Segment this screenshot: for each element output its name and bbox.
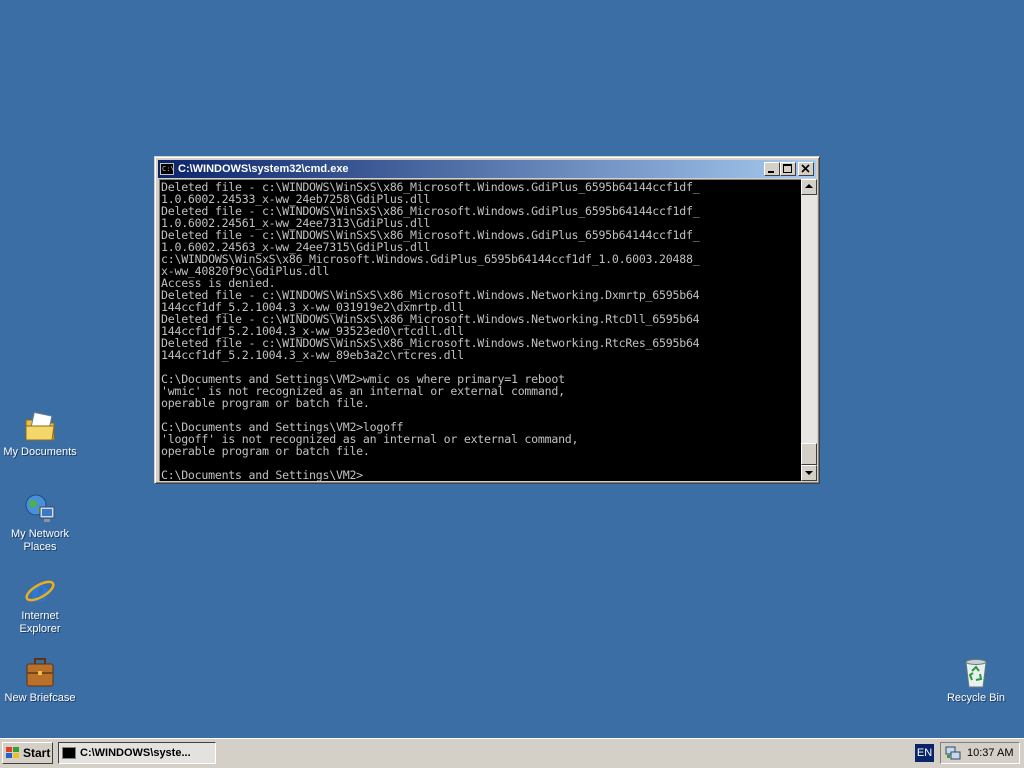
desktop-icon-internet-explorer[interactable]: e Internet Explorer <box>0 574 80 636</box>
desktop-icon-label: My Documents <box>3 446 77 458</box>
maximize-button[interactable] <box>780 162 796 176</box>
desktop-icon-my-documents[interactable]: My Documents <box>0 410 80 459</box>
desktop-icon-label: Recycle Bin <box>946 692 1006 704</box>
windows-logo-icon <box>6 747 20 759</box>
arrow-down-icon <box>805 471 813 475</box>
window-title: C:\WINDOWS\system32\cmd.exe <box>178 163 349 175</box>
desktop-icon-new-briefcase[interactable]: New Briefcase <box>0 656 80 705</box>
recycle-bin-icon <box>959 656 993 690</box>
scroll-thumb[interactable] <box>801 443 817 465</box>
vertical-scrollbar[interactable] <box>801 179 817 481</box>
language-indicator[interactable]: EN <box>915 744 934 762</box>
console-line: 144ccf1df_5.2.1004.3_x-ww_89eb3a2c\rtcre… <box>161 348 464 362</box>
desktop-icon-label: Internet Explorer <box>19 610 61 635</box>
desktop-icon-my-network-places[interactable]: My Network Places <box>0 492 80 554</box>
close-icon <box>801 164 810 173</box>
scroll-up-button[interactable] <box>801 179 817 195</box>
internet-explorer-icon: e <box>23 574 57 608</box>
window-titlebar[interactable]: C:\ C:\WINDOWS\system32\cmd.exe <box>158 160 816 178</box>
start-button[interactable]: Start <box>2 742 53 764</box>
console-text: Deleted file - c:\WINDOWS\WinSxS\x86_Mic… <box>160 180 801 481</box>
folder-documents-icon <box>23 410 57 444</box>
svg-text:e: e <box>31 575 49 608</box>
minimize-icon <box>768 171 774 173</box>
console-line: C:\Documents and Settings\VM2> <box>161 468 363 481</box>
desktop-icon-recycle-bin[interactable]: Recycle Bin <box>936 656 1016 705</box>
clock[interactable]: 10:37 AM <box>967 747 1013 759</box>
scroll-down-button[interactable] <box>801 465 817 481</box>
taskbar-button-cmd[interactable]: C:\WINDOWS\syste... <box>58 742 216 764</box>
maximize-icon <box>783 164 792 173</box>
network-connection-icon[interactable] <box>945 746 961 760</box>
minimize-button[interactable] <box>764 162 780 176</box>
network-globe-icon <box>23 492 57 526</box>
start-label: Start <box>23 746 51 760</box>
arrow-up-icon <box>805 184 813 188</box>
taskbar: Start C:\WINDOWS\syste... EN 10:37 AM <box>0 738 1024 768</box>
desktop-icon-label: New Briefcase <box>4 692 76 704</box>
briefcase-icon <box>23 656 57 690</box>
console-icon <box>62 747 76 759</box>
cmd-window[interactable]: C:\ C:\WINDOWS\system32\cmd.exe Deleted … <box>154 156 820 484</box>
console-icon[interactable]: C:\ <box>160 163 175 175</box>
taskbar-button-label: C:\WINDOWS\syste... <box>80 747 191 759</box>
system-tray: 10:37 AM <box>940 742 1020 764</box>
close-button[interactable] <box>798 162 814 176</box>
console-line: operable program or batch file. <box>161 396 370 410</box>
console-output[interactable]: Deleted file - c:\WINDOWS\WinSxS\x86_Mic… <box>159 179 801 481</box>
desktop-icon-label: My Network Places <box>10 528 70 553</box>
console-line: operable program or batch file. <box>161 444 370 458</box>
